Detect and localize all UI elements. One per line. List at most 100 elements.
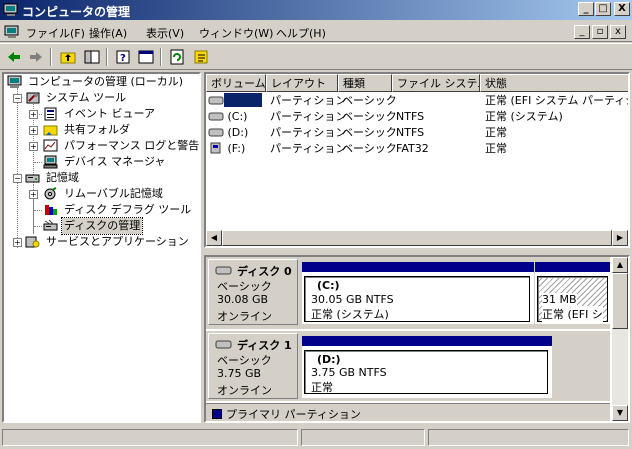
scroll-up-button[interactable]: ▲ bbox=[612, 257, 628, 273]
tree-line bbox=[17, 88, 18, 248]
partition-d[interactable]: (D:) 3.75 GB NTFS 正常 bbox=[302, 336, 552, 398]
forward-icon[interactable] bbox=[26, 48, 46, 66]
system-tools-icon bbox=[26, 92, 40, 104]
disk-row-0: ディスク 0 ベーシック 30.08 GB オンライン (C:) 30.05 G… bbox=[206, 257, 610, 329]
menu-view[interactable]: 表示(V) bbox=[146, 25, 184, 41]
console-tree: コンピュータの管理 (ローカル) − システム ツール + イベント ビューア … bbox=[2, 72, 201, 423]
menu-help[interactable]: ヘルプ(H) bbox=[276, 25, 326, 41]
mdi-restore-button[interactable]: ▫ bbox=[592, 25, 608, 39]
cell-layout: パーティション bbox=[270, 126, 347, 139]
table-row[interactable]: (F:) パーティション ベーシック FAT32 正常 bbox=[206, 141, 628, 157]
toolbar: ? bbox=[0, 43, 632, 70]
disk-size: 30.08 GB bbox=[217, 293, 269, 306]
column-header-layout[interactable]: レイアウト bbox=[266, 74, 338, 92]
volume-icon bbox=[208, 96, 224, 105]
expand-toggle[interactable]: + bbox=[13, 238, 22, 247]
disk-state: オンライン bbox=[217, 384, 272, 397]
refresh-icon[interactable] bbox=[168, 48, 188, 66]
cell-type: ベーシック bbox=[342, 110, 397, 123]
back-icon[interactable] bbox=[4, 48, 24, 66]
partition-bar bbox=[302, 336, 552, 346]
console-icon[interactable] bbox=[4, 24, 20, 40]
mdi-minimize-button[interactable]: _ bbox=[574, 25, 590, 39]
tree-label: コンピュータの管理 (ローカル) bbox=[28, 75, 184, 88]
partition-c[interactable]: (C:) 30.05 GB NTFS 正常 (システム) bbox=[302, 262, 534, 324]
collapse-toggle[interactable]: − bbox=[13, 174, 22, 183]
scroll-down-button[interactable]: ▼ bbox=[612, 405, 628, 421]
menu-window[interactable]: ウィンドウ(W) bbox=[199, 25, 273, 41]
menu-file[interactable]: ファイル(F) bbox=[26, 25, 85, 41]
disk-kind: ベーシック bbox=[217, 280, 272, 293]
removable-volume-icon bbox=[210, 142, 221, 154]
disk-kind: ベーシック bbox=[217, 354, 272, 367]
cell-status: 正常 (システム) bbox=[485, 110, 563, 123]
close-button[interactable]: X bbox=[614, 2, 630, 16]
volume-label: (D:) bbox=[227, 126, 249, 139]
expand-toggle[interactable]: + bbox=[29, 142, 38, 151]
legend: プライマリ パーティション bbox=[206, 403, 610, 421]
cell-type: ベーシック bbox=[342, 142, 397, 155]
selection-highlight bbox=[224, 93, 262, 107]
legend-swatch-primary bbox=[212, 409, 222, 419]
partition-efi[interactable]: 31 MB 正常 (EFI シ bbox=[535, 262, 610, 324]
table-row[interactable]: パーティション ベーシック 正常 (EFI システム パーティション) bbox=[206, 93, 628, 109]
tree-label: ディスクの管理 bbox=[60, 217, 144, 235]
disk-state: オンライン bbox=[217, 310, 272, 323]
show-hide-tree-icon[interactable] bbox=[82, 48, 102, 66]
collapse-toggle[interactable]: − bbox=[13, 94, 22, 103]
tree-label: パフォーマンス ログと警告 bbox=[64, 139, 200, 152]
partition-detail: 31 MB bbox=[542, 293, 577, 306]
event-viewer-icon bbox=[44, 107, 57, 121]
minimize-button[interactable]: _ bbox=[578, 2, 594, 16]
column-header-filesystem[interactable]: ファイル システム bbox=[392, 74, 480, 92]
expand-toggle[interactable]: + bbox=[29, 126, 38, 135]
disk-name: ディスク 1 bbox=[237, 339, 292, 352]
disk-label-1[interactable]: ディスク 1 ベーシック 3.75 GB オンライン bbox=[208, 333, 298, 399]
cell-filesystem: NTFS bbox=[396, 110, 425, 123]
computer-icon bbox=[7, 75, 22, 88]
graph-vertical-scrollbar[interactable]: ▲ ▼ bbox=[612, 257, 628, 421]
removable-storage-icon bbox=[44, 187, 57, 200]
defrag-icon bbox=[45, 205, 57, 215]
tree-label: デバイス マネージャ bbox=[64, 155, 166, 168]
column-header-type[interactable]: 種類 bbox=[338, 74, 392, 92]
column-header-status[interactable]: 状態 bbox=[480, 74, 628, 92]
tree-line bbox=[34, 226, 42, 227]
properties-icon[interactable] bbox=[136, 48, 156, 66]
menu-action[interactable]: 操作(A) bbox=[89, 25, 127, 41]
volume-icon bbox=[208, 128, 224, 137]
export-list-icon[interactable] bbox=[192, 48, 212, 66]
title-bar: コンピュータの管理 _ □ X bbox=[0, 0, 632, 20]
scroll-left-button[interactable]: ◀ bbox=[206, 230, 222, 246]
cell-volume: (D:) bbox=[208, 125, 266, 141]
tree-label: リムーバブル記憶域 bbox=[64, 187, 163, 200]
menu-bar: ファイル(F) 操作(A) 表示(V) ウィンドウ(W) ヘルプ(H) _ ▫ … bbox=[0, 21, 632, 42]
maximize-button[interactable]: □ bbox=[595, 2, 611, 16]
disk-icon bbox=[215, 266, 232, 275]
disk-graphical-view: ディスク 0 ベーシック 30.08 GB オンライン (C:) 30.05 G… bbox=[204, 255, 630, 423]
tree-line bbox=[34, 210, 42, 211]
tree-label: ディスク デフラグ ツール bbox=[64, 203, 192, 216]
help-icon[interactable]: ? bbox=[114, 48, 134, 66]
volume-label: (F:) bbox=[227, 142, 246, 155]
up-folder-icon[interactable] bbox=[58, 48, 78, 66]
scroll-thumb[interactable] bbox=[222, 230, 612, 246]
performance-icon bbox=[43, 139, 58, 152]
cell-filesystem: FAT32 bbox=[396, 142, 429, 155]
table-row[interactable]: (D:) パーティション ベーシック NTFS 正常 bbox=[206, 125, 628, 141]
device-manager-icon bbox=[43, 155, 58, 169]
list-horizontal-scrollbar[interactable]: ◀ ▶ bbox=[206, 230, 628, 246]
tree-label: 記憶域 bbox=[46, 171, 79, 184]
cell-status: 正常 bbox=[485, 126, 507, 139]
scroll-right-button[interactable]: ▶ bbox=[612, 230, 628, 246]
mdi-close-button[interactable]: x bbox=[610, 25, 626, 39]
scroll-thumb[interactable] bbox=[612, 273, 628, 329]
disk-label-0[interactable]: ディスク 0 ベーシック 30.08 GB オンライン bbox=[208, 259, 298, 325]
cell-layout: パーティション bbox=[270, 94, 347, 107]
table-row[interactable]: (C:) パーティション ベーシック NTFS 正常 (システム) bbox=[206, 109, 628, 125]
column-header-volume[interactable]: ボリューム bbox=[206, 74, 266, 92]
cell-volume: (C:) bbox=[208, 109, 266, 125]
cell-volume: (F:) bbox=[208, 141, 266, 157]
expand-toggle[interactable]: + bbox=[29, 110, 38, 119]
expand-toggle[interactable]: + bbox=[29, 190, 38, 199]
